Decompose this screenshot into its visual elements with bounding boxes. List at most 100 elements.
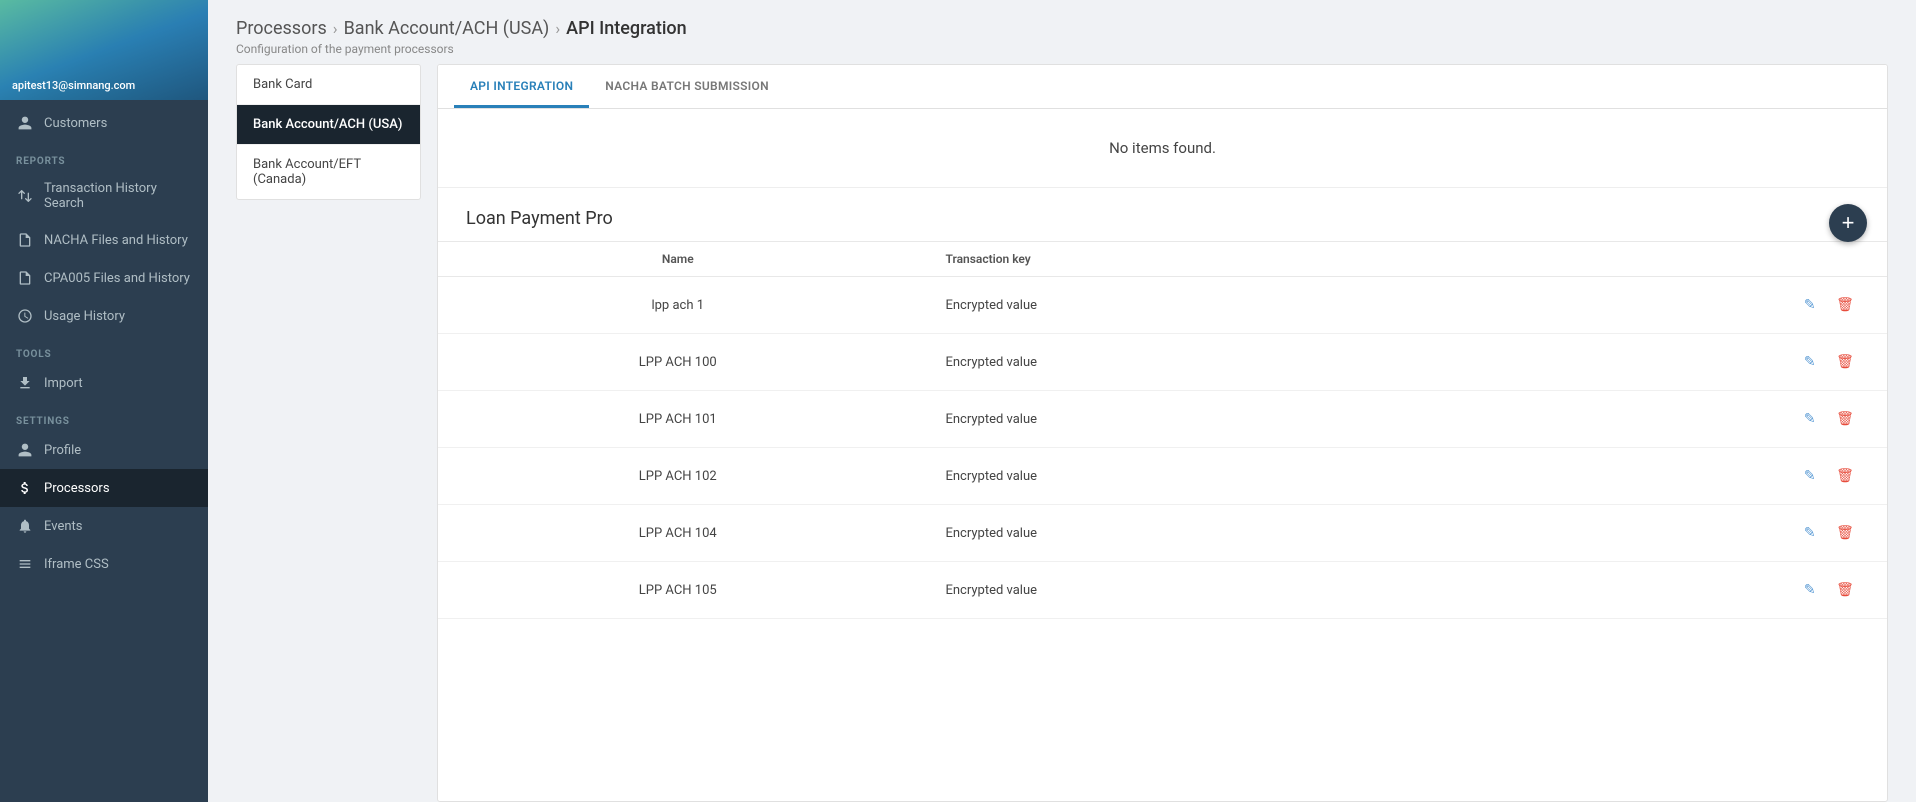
left-panel-bank-account-eft[interactable]: Bank Account/EFT (Canada): [237, 145, 420, 199]
sidebar-item-cpa005-files[interactable]: CPA005 Files and History: [0, 259, 208, 297]
left-panel: Bank Card Bank Account/ACH (USA) Bank Ac…: [236, 64, 421, 200]
edit-button-3[interactable]: ✎: [1796, 462, 1824, 490]
person-icon: [16, 114, 34, 132]
table-header-row: Name Transaction key: [438, 242, 1887, 277]
dollar-icon: [16, 479, 34, 497]
table-row: LPP ACH 102 Encrypted value ✎ 🗑: [438, 448, 1887, 505]
delete-icon-3: 🗑: [1836, 468, 1854, 484]
settings-section-label: SETTINGS: [0, 402, 208, 431]
data-table: Name Transaction key lpp ach 1 Encrypted…: [438, 241, 1887, 619]
breadcrumb-subtitle: Configuration of the payment processors: [236, 42, 1888, 56]
sidebar-header: apitest13@simnang.com: [0, 0, 208, 100]
delete-icon-2: 🗑: [1836, 411, 1854, 427]
cell-actions-2: ✎ 🗑: [1446, 391, 1887, 448]
sidebar-item-customers-label: Customers: [44, 116, 107, 131]
cell-key-5: Encrypted value: [917, 562, 1445, 619]
edit-icon-2: ✎: [1804, 411, 1816, 427]
edit-button-5[interactable]: ✎: [1796, 576, 1824, 604]
cell-name-3: LPP ACH 102: [438, 448, 917, 505]
delete-button-2[interactable]: 🗑: [1831, 405, 1859, 433]
edit-icon-3: ✎: [1804, 468, 1816, 484]
table-row: LPP ACH 101 Encrypted value ✎ 🗑: [438, 391, 1887, 448]
file-icon: [16, 231, 34, 249]
main-content: Processors › Bank Account/ACH (USA) › AP…: [208, 0, 1916, 802]
delete-button-5[interactable]: 🗑: [1831, 576, 1859, 604]
edit-icon-4: ✎: [1804, 525, 1816, 541]
breadcrumb-sep-2: ›: [555, 19, 560, 38]
left-panel-bank-account-ach[interactable]: Bank Account/ACH (USA): [237, 105, 420, 145]
sidebar-item-profile[interactable]: Profile: [0, 431, 208, 469]
right-panel: API INTEGRATION NACHA BATCH SUBMISSION N…: [437, 64, 1888, 802]
sidebar-item-nacha-files[interactable]: NACHA Files and History: [0, 221, 208, 259]
delete-button-1[interactable]: 🗑: [1831, 348, 1859, 376]
edit-icon-1: ✎: [1804, 354, 1816, 370]
import-icon: [16, 374, 34, 392]
sidebar-item-events[interactable]: Events: [0, 507, 208, 545]
cell-name-2: LPP ACH 101: [438, 391, 917, 448]
left-panel-bank-card[interactable]: Bank Card: [237, 65, 420, 105]
delete-icon-1: 🗑: [1836, 354, 1854, 370]
sidebar-item-iframe-css[interactable]: Iframe CSS: [0, 545, 208, 583]
section-title: Loan Payment Pro: [438, 188, 1887, 241]
cell-key-1: Encrypted value: [917, 334, 1445, 391]
sidebar-item-usage-history[interactable]: Usage History: [0, 297, 208, 335]
add-button[interactable]: +: [1829, 204, 1867, 242]
swap-icon: [16, 187, 34, 205]
edit-button-4[interactable]: ✎: [1796, 519, 1824, 547]
tabs: API INTEGRATION NACHA BATCH SUBMISSION: [438, 65, 1887, 109]
table-row: lpp ach 1 Encrypted value ✎ 🗑: [438, 277, 1887, 334]
clock-icon: [16, 307, 34, 325]
breadcrumb-sep-1: ›: [333, 19, 338, 38]
breadcrumb-bank-account[interactable]: Bank Account/ACH (USA): [344, 18, 550, 39]
delete-button-4[interactable]: 🗑: [1831, 519, 1859, 547]
table-row: LPP ACH 104 Encrypted value ✎ 🗑: [438, 505, 1887, 562]
sidebar-item-import[interactable]: Import: [0, 364, 208, 402]
cell-name-4: LPP ACH 104: [438, 505, 917, 562]
tab-api-integration[interactable]: API INTEGRATION: [454, 65, 589, 108]
sidebar-item-nacha-label: NACHA Files and History: [44, 233, 188, 248]
cell-actions-3: ✎ 🗑: [1446, 448, 1887, 505]
delete-button-0[interactable]: 🗑: [1831, 291, 1859, 319]
table-row: LPP ACH 100 Encrypted value ✎ 🗑: [438, 334, 1887, 391]
sidebar-item-cpa005-label: CPA005 Files and History: [44, 271, 190, 286]
sidebar-item-usage-label: Usage History: [44, 309, 125, 324]
breadcrumb-api-integration: API Integration: [566, 18, 687, 39]
delete-button-3[interactable]: 🗑: [1831, 462, 1859, 490]
cell-name-5: LPP ACH 105: [438, 562, 917, 619]
delete-icon-5: 🗑: [1836, 582, 1854, 598]
sidebar-item-events-label: Events: [44, 519, 82, 534]
cell-actions-1: ✎ 🗑: [1446, 334, 1887, 391]
edit-button-0[interactable]: ✎: [1796, 291, 1824, 319]
content-area: Bank Card Bank Account/ACH (USA) Bank Ac…: [208, 64, 1916, 802]
hash-icon: [16, 555, 34, 573]
cell-key-4: Encrypted value: [917, 505, 1445, 562]
cell-name-1: LPP ACH 100: [438, 334, 917, 391]
tools-section-label: TOOLS: [0, 335, 208, 364]
profile-person-icon: [16, 441, 34, 459]
sidebar-item-transaction-history[interactable]: Transaction History Search: [0, 171, 208, 221]
breadcrumb-processors[interactable]: Processors: [236, 18, 327, 39]
bell-icon: [16, 517, 34, 535]
edit-button-2[interactable]: ✎: [1796, 405, 1824, 433]
cell-actions-0: ✎ 🗑: [1446, 277, 1887, 334]
cell-key-0: Encrypted value: [917, 277, 1445, 334]
sidebar-item-customers[interactable]: Customers: [0, 104, 208, 142]
section-header: Loan Payment Pro +: [438, 188, 1887, 241]
cell-key-3: Encrypted value: [917, 448, 1445, 505]
cell-name-0: lpp ach 1: [438, 277, 917, 334]
delete-icon-4: 🗑: [1836, 525, 1854, 541]
delete-icon-0: 🗑: [1836, 297, 1854, 313]
edit-button-1[interactable]: ✎: [1796, 348, 1824, 376]
col-key-header: Transaction key: [917, 242, 1445, 277]
edit-icon-5: ✎: [1804, 582, 1816, 598]
breadcrumb: Processors › Bank Account/ACH (USA) › AP…: [236, 18, 1888, 39]
cell-key-2: Encrypted value: [917, 391, 1445, 448]
reports-section-label: REPORTS: [0, 142, 208, 171]
tab-nacha-batch[interactable]: NACHA BATCH SUBMISSION: [589, 65, 785, 108]
sidebar-item-import-label: Import: [44, 376, 83, 391]
sidebar-nav: Customers REPORTS Transaction History Se…: [0, 100, 208, 802]
edit-icon-0: ✎: [1804, 297, 1816, 313]
no-items-message: No items found.: [438, 109, 1887, 188]
cell-actions-4: ✎ 🗑: [1446, 505, 1887, 562]
sidebar-item-processors[interactable]: Processors: [0, 469, 208, 507]
